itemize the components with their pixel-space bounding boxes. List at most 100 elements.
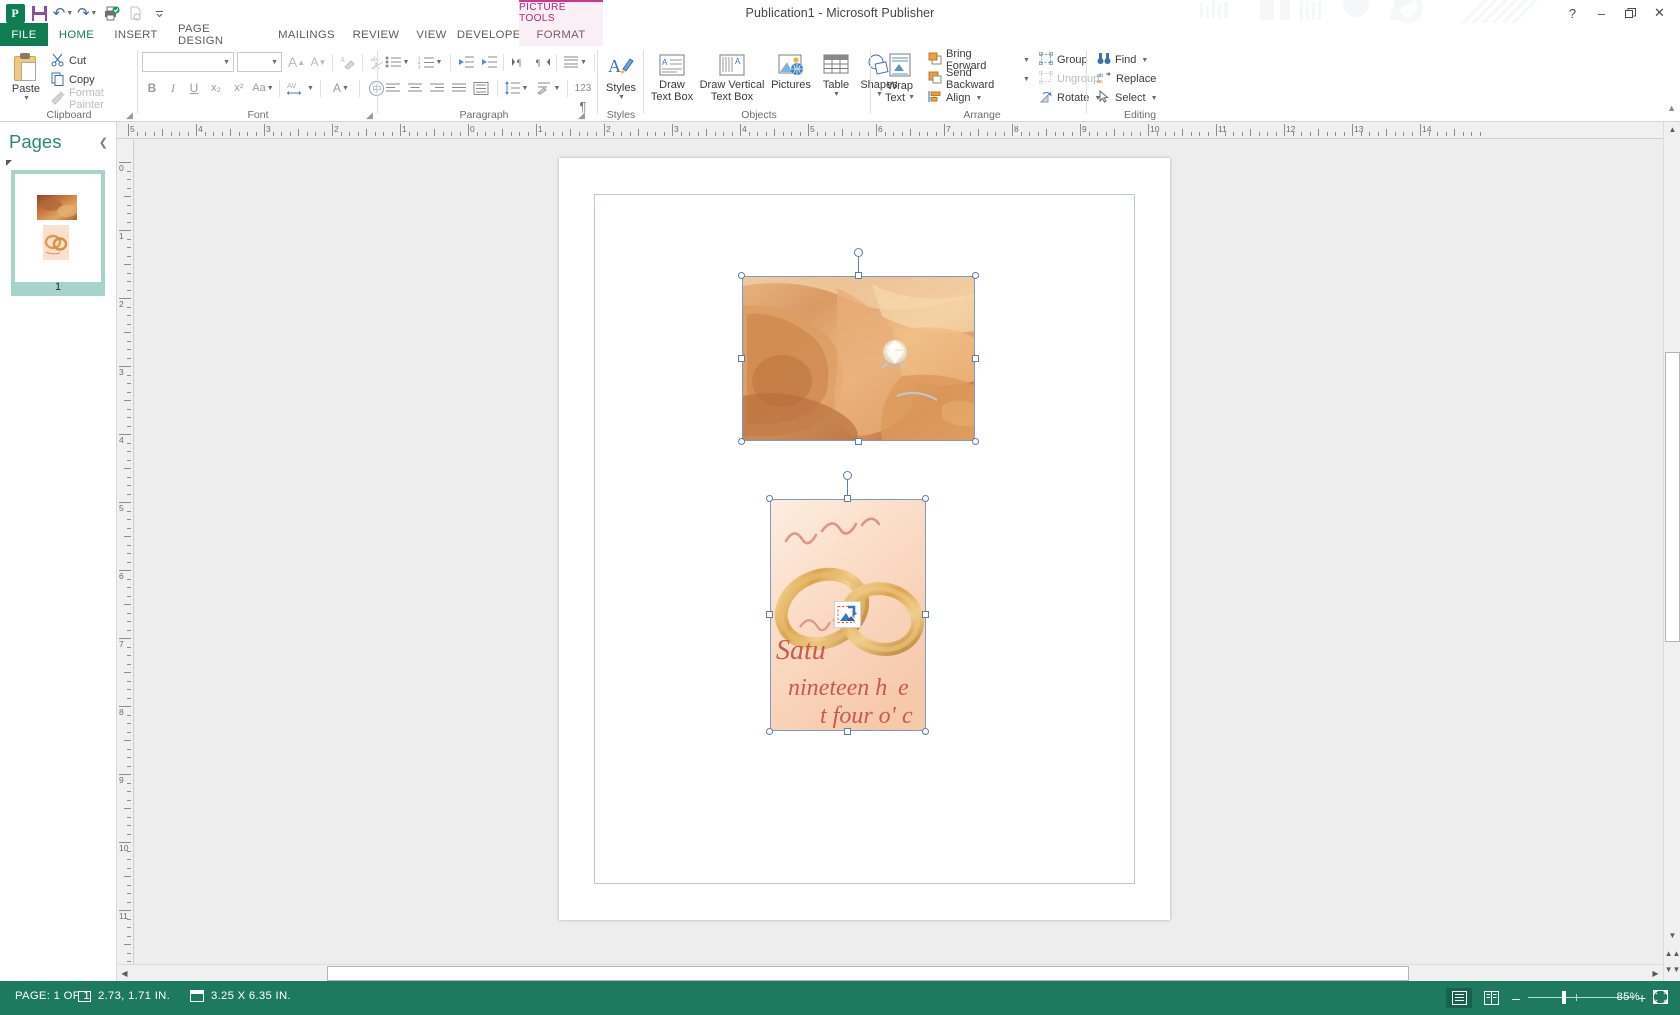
horizontal-scrollbar[interactable]: ◀ ▶ [117,964,1663,981]
baseline-guides-button[interactable]: ▼ [533,78,563,98]
pages-section-expander-icon[interactable] [6,160,12,166]
picture-1-handle-se[interactable] [972,438,979,445]
font-color-button[interactable]: A▼ [326,78,356,98]
tab-mailings[interactable]: MAILINGS [269,23,344,46]
page-sheet[interactable]: Satu nineteen h t four o' e c [559,158,1170,920]
picture-2-handle-nw[interactable] [766,495,773,502]
picture-1-rotation-handle[interactable] [854,248,863,257]
collapse-pages-panel-icon[interactable]: ❮ [99,136,108,149]
group-button[interactable]: Group [1036,51,1091,69]
paste-button[interactable]: Paste ▼ [4,50,48,108]
tab-insert[interactable]: INSERT [105,23,167,46]
ltr-text-direction-button[interactable]: ¶ [508,52,530,72]
horizontal-scrollbar-thumb[interactable] [327,966,1409,981]
paragraph-spacing-list-button[interactable]: ▼ [560,52,590,72]
picture-1-handle-w[interactable] [738,355,745,362]
number-style-button[interactable]: 123 [571,78,595,98]
scroll-left-button[interactable]: ◀ [117,966,132,981]
align-center-button[interactable] [404,78,426,98]
show-formatting-marks-button[interactable]: ¶ [572,96,594,116]
distribute-button[interactable] [470,78,492,98]
find-button[interactable]: Find ▼ [1094,51,1151,69]
bring-forward-chevron-icon[interactable]: ▼ [1019,51,1033,69]
select-button[interactable]: Select ▼ [1094,89,1161,107]
clear-formatting-icon[interactable]: A [336,52,359,72]
ribbon-collapse-icon[interactable]: ▲ [1667,103,1676,113]
superscript-button[interactable]: x² [228,78,250,98]
vertical-scrollbar[interactable]: ▲ ▼ ▲▲ ▼▼ [1663,122,1680,981]
page-thumbnail-1[interactable]: 1 [11,170,105,296]
grow-font-button[interactable]: A▲ [286,52,307,72]
tab-review[interactable]: REVIEW [344,23,408,46]
picture-2-rotation-handle[interactable] [843,471,852,480]
close-button[interactable]: ✕ [1645,3,1674,23]
cut-button[interactable]: Cut [48,52,89,70]
scroll-up-button[interactable]: ▲ [1665,122,1680,137]
decrease-indent-button[interactable] [455,52,477,72]
draw-vertical-text-box-button[interactable]: A Draw Vertical Text Box [697,50,767,108]
single-page-view-button[interactable] [1446,988,1472,1008]
line-spacing-button[interactable]: ▼ [501,78,531,98]
tab-page-design[interactable]: PAGE DESIGN [167,23,269,46]
bold-button[interactable]: B [142,78,162,98]
two-page-spread-button[interactable] [1478,988,1504,1008]
picture-2-handle-ne[interactable] [922,495,929,502]
font-name-input[interactable]: ▼ [142,52,234,72]
tab-home[interactable]: HOME [48,23,105,46]
increase-indent-button[interactable] [478,52,500,72]
pictures-button[interactable]: Pictures [768,50,814,108]
picture-2-handle-e[interactable] [922,611,929,618]
send-backward-button[interactable]: Send Backward [925,70,1017,88]
numbering-button[interactable]: 123 ▼ [414,52,446,72]
font-size-input[interactable]: ▼ [237,52,282,72]
italic-button[interactable]: I [163,78,183,98]
tab-format[interactable]: FORMAT [519,23,603,46]
tab-file[interactable]: FILE [0,23,48,46]
table-button[interactable]: Table ▼ [815,50,857,108]
clipboard-dialog-launcher[interactable]: ◢ [126,110,136,120]
draw-text-box-button[interactable]: A Draw Text Box [648,50,696,108]
help-button[interactable]: ? [1558,3,1587,23]
horizontal-ruler[interactable]: 5432101234567891011121314 [117,122,1663,139]
next-page-button[interactable]: ▼▼ [1665,962,1680,977]
picture-2-handle-sw[interactable] [766,728,773,735]
document-canvas[interactable]: Satu nineteen h t four o' e c [134,139,1663,965]
bullets-button[interactable]: ▼ [382,52,412,72]
picture-1-handle-sw[interactable] [738,438,745,445]
vertical-scrollbar-thumb[interactable] [1665,352,1680,642]
fit-to-window-button[interactable] [1653,990,1668,1004]
picture-2-handle-n[interactable] [844,495,851,502]
format-painter-button[interactable]: Format Painter [48,90,138,108]
styles-button[interactable]: A Styles ▼ [601,50,641,108]
zoom-level-label[interactable]: 85% [1616,991,1640,1003]
swap-picture-icon[interactable] [834,601,861,628]
rtl-text-direction-button[interactable]: ¶ [531,52,553,72]
subscript-button[interactable]: x₂ [205,78,227,98]
minimize-button[interactable]: – [1587,3,1616,23]
engagement-ring-photo[interactable] [742,276,975,441]
picture-2-handle-w[interactable] [766,611,773,618]
underline-button[interactable]: U [184,78,204,98]
character-spacing-button[interactable]: AV ▼ [284,78,316,98]
restore-button[interactable] [1616,3,1645,23]
picture-1-handle-ne[interactable] [972,272,979,279]
picture-1-handle-e[interactable] [972,355,979,362]
font-dialog-launcher[interactable]: ◢ [366,110,376,120]
replace-button[interactable]: abac Replace [1094,70,1159,88]
wrap-text-button[interactable]: Wrap Text ▼ [878,50,922,108]
picture-1-handle-n[interactable] [855,272,862,279]
shrink-font-button[interactable]: A▼ [308,52,329,72]
align-button[interactable]: Align ▼ [925,89,985,107]
send-backward-chevron-icon[interactable]: ▼ [1019,70,1033,88]
picture-2-handle-se[interactable] [922,728,929,735]
scroll-right-button[interactable]: ▶ [1648,966,1663,981]
align-left-button[interactable] [382,78,404,98]
zoom-out-button[interactable]: – [1512,990,1520,1006]
picture-1-handle-s[interactable] [855,438,862,445]
tab-view[interactable]: VIEW [408,23,455,46]
picture-2-handle-s[interactable] [844,728,851,735]
vertical-ruler[interactable]: 01234567891011 [117,139,134,965]
align-right-button[interactable] [426,78,448,98]
scroll-down-button[interactable]: ▼ [1665,928,1680,943]
change-case-button[interactable]: Aa▼ [251,78,275,98]
